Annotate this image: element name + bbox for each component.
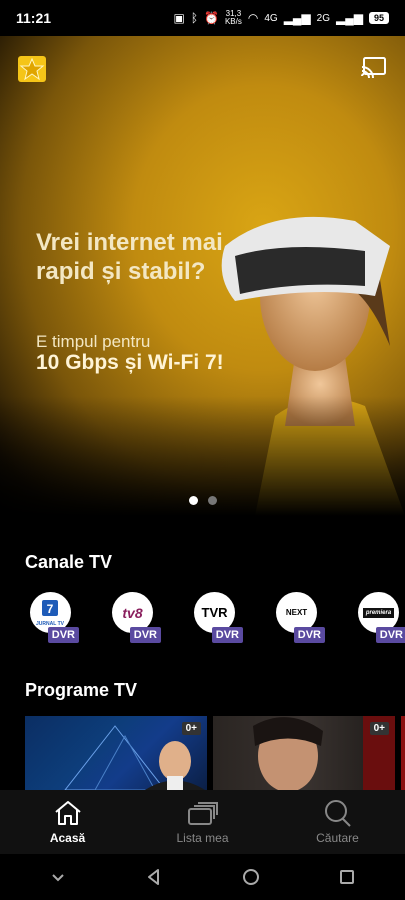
hero-headline: Vrei internet mai rapid și stabil? [36,229,223,285]
dvr-badge: DVR [211,627,243,643]
cast-icon[interactable] [361,56,387,78]
status-time: 11:21 [16,10,52,26]
carousel-dots[interactable] [0,496,405,505]
channel-jurnal-tv[interactable]: 7 JURNAL TV DVR [30,592,79,644]
carousel-dot-1[interactable] [188,496,198,505]
home-icon [54,801,81,825]
programs-list: 0+ 0+ [25,716,405,790]
nav-mylist[interactable]: Lista mea [153,799,253,845]
system-nav-bar [0,854,405,900]
programs-section-title: Programe TV [25,680,138,700]
alarm-icon: ⏰ [204,11,219,25]
bluetooth-icon: ᛒ [190,11,199,25]
age-rating-badge: 0+ [181,722,201,735]
nav-home[interactable]: Acasă [18,799,118,845]
program-card-partial[interactable] [401,716,405,790]
age-rating-badge: 0+ [369,722,389,735]
dvr-badge: DVR [293,627,325,643]
dvr-badge: DVR [375,627,405,643]
svg-text:7: 7 [47,602,54,616]
chevron-down-icon[interactable] [48,867,68,887]
home-button-icon[interactable] [241,867,261,887]
nav-home-label: Acasă [49,831,86,845]
dvr-badge: DVR [47,627,79,643]
nav-mylist-label: Lista mea [176,831,229,845]
program-thumbnail-image [253,716,395,790]
program-card[interactable]: 0+ [213,716,395,790]
recents-icon[interactable] [337,867,357,887]
wifi-icon: ◠ [247,11,259,25]
channel-next-tv[interactable]: NEXT DVR [276,592,325,644]
net-speed: 31,3 KB/s [224,9,242,26]
nav-search-label: Căutare [316,831,359,845]
nfc-icon: ▣ [173,11,185,25]
hero-subtitle: E timpul pentru [36,332,151,351]
channels-section-title: Canale TV [25,552,113,572]
signal-icon: ▂▄▆ [283,11,311,25]
network-2g: 2G [316,12,331,24]
channels-list: 7 JURNAL TV DVR tv8 DVR TVR DVR NEXT DVR… [30,592,405,644]
status-icons: ▣ ᛒ ⏰ 31,3 KB/s ◠ 4G ▂▄▆ 2G ▂▄▆ 95 [173,10,389,26]
bottom-nav: Acasă Lista mea Căutare [0,790,405,854]
carousel-dot-2[interactable] [207,496,217,505]
nav-search[interactable]: Căutare [288,799,388,845]
network-4g: 4G [264,12,278,24]
battery-icon: 95 [368,12,389,24]
program-card[interactable]: 0+ [25,716,207,790]
channel-tv8[interactable]: tv8 DVR [112,592,161,644]
hero-offer: 10 Gbps și Wi-Fi 7! [36,351,224,374]
channel-premiera[interactable]: premiera DVR [358,592,405,644]
status-bar: 11:21 ▣ ᛒ ⏰ 31,3 KB/s ◠ 4G ▂▄▆ 2G ▂▄▆ 95 [0,0,405,36]
program-thumbnail-image [64,725,205,790]
hero-banner[interactable]: Vrei internet mai rapid și stabil? E tim… [0,36,405,516]
channel-tvr[interactable]: TVR DVR [194,592,243,644]
back-icon[interactable] [144,867,164,887]
my-list-icon [187,802,218,825]
dvr-badge: DVR [129,627,161,643]
search-icon [324,800,351,827]
signal-icon-2: ▂▄▆ [336,11,363,25]
app-logo-icon[interactable] [18,56,46,82]
